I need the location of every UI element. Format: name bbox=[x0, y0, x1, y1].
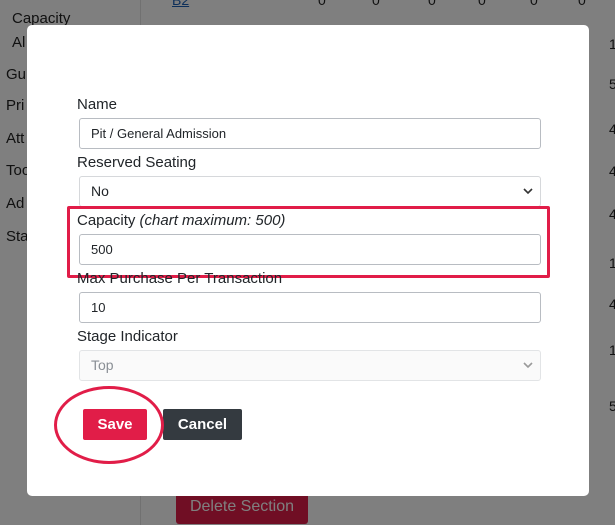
max-purchase-field[interactable]: 10 bbox=[79, 292, 541, 323]
reserved-seating-value: No bbox=[91, 183, 109, 199]
reserved-seating-label: Reserved Seating bbox=[77, 154, 197, 171]
capacity-field[interactable]: 500 bbox=[79, 234, 541, 265]
stage-indicator-select[interactable]: Top bbox=[79, 350, 541, 381]
capacity-hint: (chart maximum: 500) bbox=[139, 212, 286, 229]
edit-section-modal: Name Pit / General Admission Reserved Se… bbox=[27, 25, 589, 496]
max-purchase-label: Max Purchase Per Transaction bbox=[77, 270, 283, 287]
chevron-down-icon bbox=[523, 362, 533, 369]
cancel-button[interactable]: Cancel bbox=[163, 409, 242, 440]
reserved-seating-select[interactable]: No bbox=[79, 176, 541, 207]
name-field[interactable]: Pit / General Admission bbox=[79, 118, 541, 149]
capacity-label-text: Capacity bbox=[77, 212, 136, 229]
name-label: Name bbox=[77, 96, 118, 113]
save-highlight-circle bbox=[54, 386, 164, 464]
stage-indicator-label: Stage Indicator bbox=[77, 328, 178, 345]
stage-indicator-value: Top bbox=[91, 357, 114, 373]
capacity-label: Capacity (chart maximum: 500) bbox=[77, 212, 285, 229]
chevron-down-icon bbox=[523, 188, 533, 195]
